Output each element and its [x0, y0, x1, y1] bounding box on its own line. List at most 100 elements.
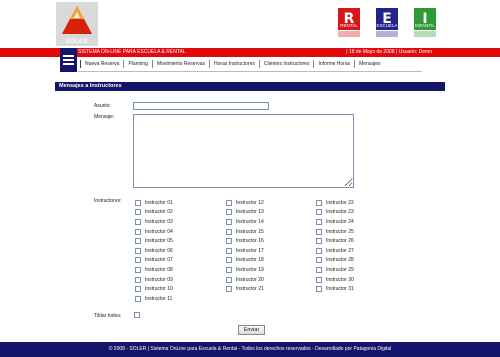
main-nav: Nueva Reserva Planning Movimiento Reserv…	[0, 48, 500, 72]
instructor-option[interactable]: Instructor 09	[135, 275, 173, 285]
instructor-option[interactable]: Instructor 11	[135, 294, 173, 304]
instructor-checkbox[interactable]	[316, 286, 322, 293]
mensaje-label: Mensaje:	[94, 114, 115, 120]
instructor-checkbox[interactable]	[135, 295, 141, 302]
enviar-button[interactable]: Enviar	[238, 325, 265, 335]
module-escuela[interactable]: E ESCUELA	[376, 8, 398, 38]
instructor-option[interactable]: Instructor 05	[135, 236, 173, 246]
nav-informe-horas[interactable]: Informe Horas	[313, 60, 354, 68]
footer: © 2008 - SOLER | Sistema OnLine para Esc…	[0, 342, 500, 357]
instructor-option[interactable]: Instructor 18	[226, 256, 264, 266]
instructor-checkbox[interactable]	[135, 199, 141, 206]
module-infantil[interactable]: I INFANTIL	[414, 8, 436, 38]
instructor-checkbox[interactable]	[316, 218, 322, 225]
instructor-column-1: Instructor 01 Instructor 02 Instructor 0…	[135, 198, 173, 304]
instructor-option[interactable]: Instructor 02	[135, 208, 173, 218]
menu-icon[interactable]	[60, 48, 77, 72]
module-rental-label: RENTAL	[340, 23, 358, 28]
nav-planning[interactable]: Planning	[123, 60, 151, 68]
instructor-option[interactable]: Instructor 07	[135, 256, 173, 266]
instructor-option[interactable]: Instructor 25	[316, 227, 354, 237]
instructores-label: Instructores:	[94, 198, 122, 204]
nav-clientes-instructores[interactable]: Clientes Instructores	[258, 60, 314, 68]
instructor-option[interactable]: Instructor 28	[316, 256, 354, 266]
instructor-checkbox[interactable]	[316, 238, 322, 245]
instructor-option[interactable]: Instructor 23	[316, 208, 354, 218]
instructor-option[interactable]: Instructor 15	[226, 227, 264, 237]
mensaje-textarea[interactable]	[133, 114, 354, 188]
instructor-option[interactable]: Instructor 16	[226, 236, 264, 246]
instructor-option[interactable]: Instructor 04	[135, 227, 173, 237]
instructor-checkbox[interactable]	[226, 228, 232, 235]
instructor-checkbox[interactable]	[226, 266, 232, 273]
instructor-checkbox[interactable]	[316, 209, 322, 216]
instructor-option[interactable]: Instructor 21	[226, 284, 264, 294]
instructor-option[interactable]: Instructor 03	[135, 217, 173, 227]
nav-mensajes[interactable]: Mensajes	[354, 60, 384, 68]
instructor-checkbox[interactable]	[316, 199, 322, 206]
instructor-option[interactable]: Instructor 22	[316, 198, 354, 208]
instructor-checkbox[interactable]	[316, 257, 322, 264]
instructor-option[interactable]: Instructor 20	[226, 275, 264, 285]
section-title: Mensajes a Instructores	[55, 82, 445, 91]
asunto-label: Asunto:	[94, 103, 111, 109]
infantil-reflection	[414, 31, 436, 37]
instructor-checkbox[interactable]	[226, 199, 232, 206]
logo-text: SOLER	[65, 39, 89, 45]
module-infantil-label: INFANTIL	[415, 23, 435, 28]
nav-movimiento-reservas[interactable]: Movimiento Reservas	[151, 60, 209, 68]
instructor-option[interactable]: Instructor 19	[226, 265, 264, 275]
instructor-checkbox[interactable]	[226, 209, 232, 216]
instructor-checkbox[interactable]	[135, 247, 141, 254]
instructor-checkbox[interactable]	[135, 286, 141, 293]
module-rental[interactable]: R RENTAL	[338, 8, 360, 38]
module-escuela-label: ESCUELA	[376, 23, 398, 28]
instructor-checkbox[interactable]	[316, 266, 322, 273]
instructor-option[interactable]: Instructor 12	[226, 198, 264, 208]
tildar-todos-checkbox[interactable]	[134, 312, 140, 318]
instructor-option[interactable]: Instructor 26	[316, 236, 354, 246]
instructor-checkbox[interactable]	[226, 257, 232, 264]
instructor-checkbox[interactable]	[226, 218, 232, 225]
soler-logo-icon	[62, 6, 92, 34]
instructor-option[interactable]: Instructor 29	[316, 265, 354, 275]
instructor-option[interactable]: Instructor 06	[135, 246, 173, 256]
instructor-checkbox[interactable]	[316, 247, 322, 254]
instructor-checkbox[interactable]	[135, 218, 141, 225]
instructor-option[interactable]: Instructor 27	[316, 246, 354, 256]
asunto-input[interactable]	[133, 102, 269, 110]
instructor-option[interactable]: Instructor 13	[226, 208, 264, 218]
instructor-option[interactable]: Instructor 10	[135, 284, 173, 294]
tildar-todos-label: Tildar todos:	[94, 313, 122, 319]
instructor-option[interactable]: Instructor 31	[316, 284, 354, 294]
header: SOLER R RENTAL E ESCUELA I INFANTIL	[0, 0, 500, 48]
nav-horas-instructores[interactable]: Horas Instructores	[209, 60, 259, 68]
instructor-checkbox[interactable]	[135, 209, 141, 216]
instructor-checkbox[interactable]	[226, 238, 232, 245]
instructor-option[interactable]: Instructor 30	[316, 275, 354, 285]
instructor-column-2: Instructor 12 Instructor 13 Instructor 1…	[226, 198, 264, 294]
instructor-option[interactable]: Instructor 08	[135, 265, 173, 275]
instructor-option[interactable]: Instructor 24	[316, 217, 354, 227]
instructor-checkbox[interactable]	[316, 228, 322, 235]
instructor-column-3: Instructor 22 Instructor 23 Instructor 2…	[316, 198, 354, 294]
nav-items: Nueva Reserva Planning Movimiento Reserv…	[80, 59, 385, 69]
instructor-checkbox[interactable]	[316, 276, 322, 283]
current-user: Usuario: Demo	[398, 49, 432, 55]
soler-logo[interactable]: SOLER	[56, 2, 98, 46]
escuela-reflection	[376, 31, 398, 37]
instructor-checkbox[interactable]	[135, 238, 141, 245]
instructor-option[interactable]: Instructor 01	[135, 198, 173, 208]
instructor-checkbox[interactable]	[226, 276, 232, 283]
instructor-checkbox[interactable]	[135, 266, 141, 273]
instructor-checkbox[interactable]	[226, 286, 232, 293]
instructor-checkbox[interactable]	[135, 257, 141, 264]
instructor-checkbox[interactable]	[135, 276, 141, 283]
instructor-option[interactable]: Instructor 14	[226, 217, 264, 227]
rental-reflection	[338, 31, 360, 37]
current-date: 18 de Mayo de 2008	[348, 49, 395, 55]
nav-nueva-reserva[interactable]: Nueva Reserva	[80, 60, 123, 68]
instructor-checkbox[interactable]	[135, 228, 141, 235]
instructor-option[interactable]: Instructor 17	[226, 246, 264, 256]
instructor-checkbox[interactable]	[226, 247, 232, 254]
